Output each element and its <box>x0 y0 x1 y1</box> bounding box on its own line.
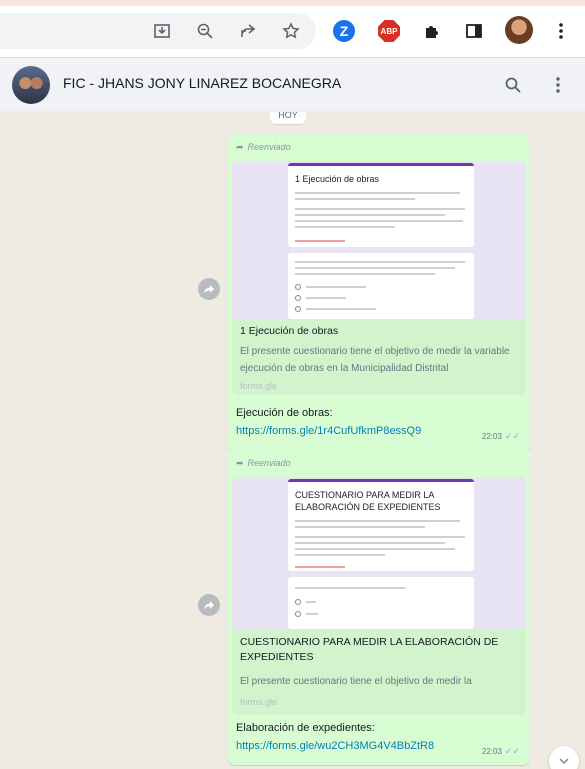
bookmark-star-icon[interactable] <box>279 19 303 43</box>
form-title-thumb: CUESTIONARIO PARA MEDIR LA ELABORACIÓN D… <box>295 490 441 512</box>
chat-avatar[interactable] <box>12 66 50 104</box>
chat-messages[interactable]: HOY ➦ Reenviado 1 Ejecución de obras 1 E… <box>0 112 585 769</box>
form-title-thumb: 1 Ejecución de obras <box>295 174 380 184</box>
message-text: Ejecución de obras: <box>236 407 333 419</box>
link-preview-domain: forms.gle <box>240 381 278 391</box>
forward-share-button[interactable] <box>198 278 220 300</box>
profile-avatar[interactable] <box>505 16 533 44</box>
search-icon[interactable] <box>501 73 525 97</box>
link-preview-title: CUESTIONARIO PARA MEDIR LA ELABORACIÓN D… <box>240 636 499 663</box>
forwarded-label: ➦ Reenviado <box>236 458 291 468</box>
forward-share-button[interactable] <box>198 594 220 616</box>
form-question-card <box>288 253 474 319</box>
form-header-card: 1 Ejecución de obras <box>288 163 474 247</box>
message-time: 22:03 ✓✓ <box>481 746 520 756</box>
share-icon[interactable] <box>236 19 260 43</box>
chat-title[interactable]: FIC - JHANS JONY LINAREZ BOCANEGRA <box>63 75 341 91</box>
read-receipt-icon: ✓✓ <box>504 431 520 441</box>
message-link[interactable]: https://forms.gle/wu2CH3MG4V4BbZtR8 <box>236 738 434 755</box>
message-time: 22:03 ✓✓ <box>481 431 520 441</box>
form-header-card: CUESTIONARIO PARA MEDIR LA ELABORACIÓN D… <box>288 479 474 571</box>
tab-strip-edge <box>0 0 585 6</box>
link-preview-title: 1 Ejecución de obras <box>240 325 339 337</box>
link-preview-image: 1 Ejecución de obras <box>232 161 526 319</box>
message-text: Elaboración de expedientes: <box>236 722 375 734</box>
menu-kebab-icon[interactable] <box>549 19 573 43</box>
day-chip: HOY <box>270 112 306 124</box>
message-bubble[interactable]: ➦ Reenviado 1 Ejecución de obras 1 Ejecu… <box>228 134 530 452</box>
browser-toolbar: Z ABP <box>0 0 585 58</box>
link-preview-domain: forms.gle <box>240 697 278 707</box>
extension-abp-icon[interactable]: ABP <box>378 20 400 42</box>
forwarded-arrow-icon: ➦ <box>236 458 244 468</box>
link-preview-description: El presente cuestionario tiene el objeti… <box>240 676 472 687</box>
chat-header[interactable]: FIC - JHANS JONY LINAREZ BOCANEGRA <box>0 58 585 112</box>
link-preview-description: El presente cuestionario tiene el objeti… <box>240 346 510 374</box>
read-receipt-icon: ✓✓ <box>504 746 520 756</box>
link-preview-image: CUESTIONARIO PARA MEDIR LA ELABORACIÓN D… <box>232 477 526 629</box>
extension-z-icon[interactable]: Z <box>333 20 355 42</box>
forwarded-label: ➦ Reenviado <box>236 142 291 152</box>
link-preview[interactable]: CUESTIONARIO PARA MEDIR LA ELABORACIÓN D… <box>232 477 526 715</box>
message-bubble[interactable]: ➦ Reenviado CUESTIONARIO PARA MEDIR LA EL… <box>228 450 530 765</box>
message-link[interactable]: https://forms.gle/1r4CufUfkmP8essQ9 <box>236 423 421 440</box>
menu-kebab-icon[interactable] <box>546 73 570 97</box>
forwarded-arrow-icon: ➦ <box>236 142 244 152</box>
install-icon[interactable] <box>150 19 174 43</box>
link-preview[interactable]: 1 Ejecución de obras 1 Ejecución de obra… <box>232 161 526 395</box>
side-panel-icon[interactable] <box>462 19 486 43</box>
extensions-puzzle-icon[interactable] <box>420 19 444 43</box>
form-question-card <box>288 577 474 629</box>
zoom-icon[interactable] <box>193 19 217 43</box>
scroll-down-button[interactable] <box>549 746 579 769</box>
